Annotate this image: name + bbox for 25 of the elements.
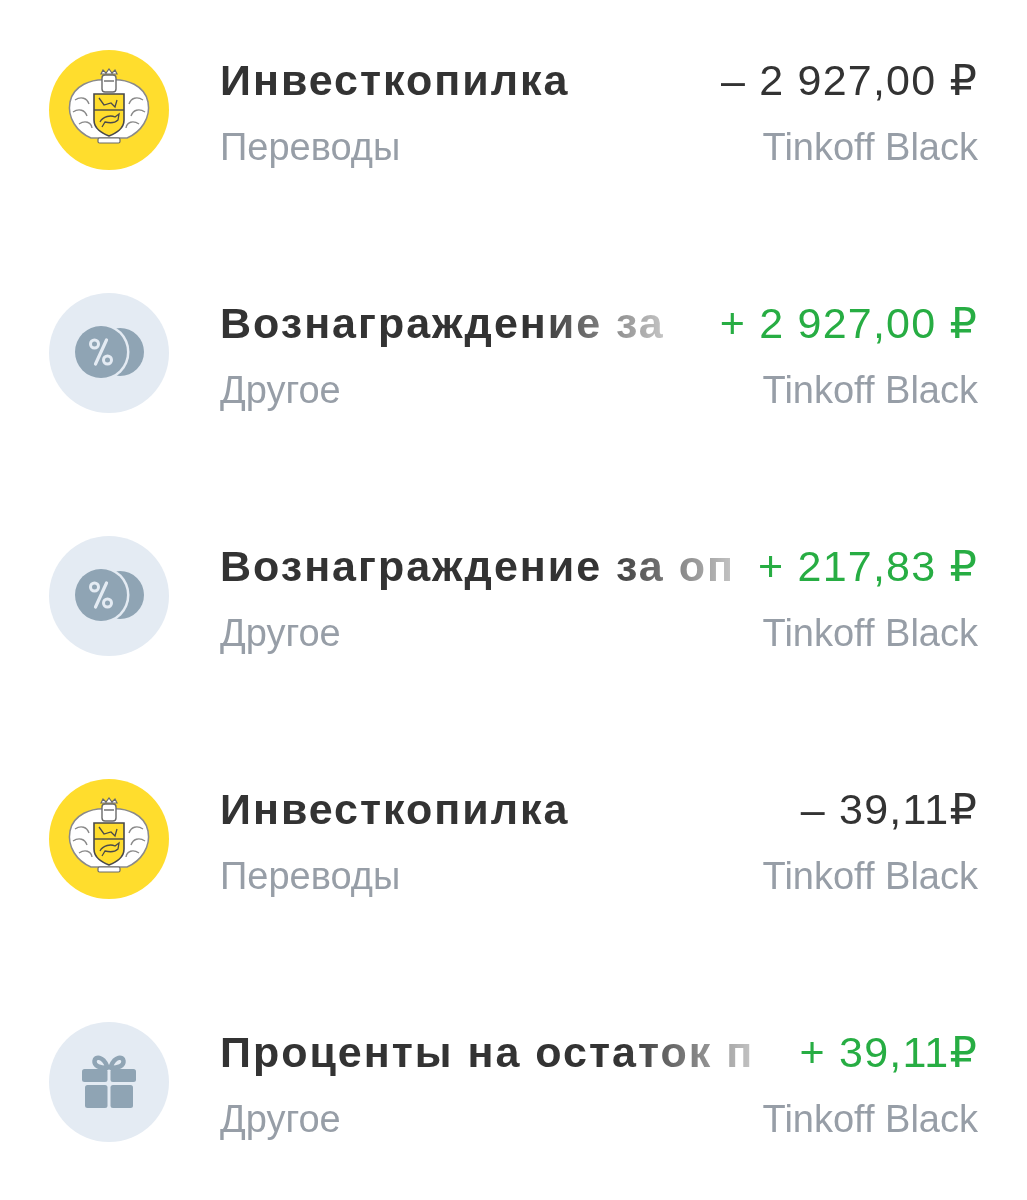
transaction-amount: + 2 927,00 ₽	[719, 298, 978, 349]
account-name: Tinkoff Black	[762, 125, 978, 170]
transaction-title: Инвесткопилка	[220, 784, 570, 835]
emblem-icon	[49, 50, 169, 170]
transaction-amount: + 39,11₽	[799, 1027, 978, 1078]
percent-coins-icon	[49, 293, 169, 413]
transaction-category: Другое	[220, 1097, 341, 1142]
account-name: Tinkoff Black	[762, 368, 978, 413]
transaction-title: Проценты на остаток п	[220, 1027, 755, 1078]
transaction-category: Переводы	[220, 854, 401, 899]
account-name: Tinkoff Black	[762, 1097, 978, 1142]
account-name: Tinkoff Black	[762, 854, 978, 899]
transaction-category: Другое	[220, 611, 341, 656]
percent-coins-icon	[49, 536, 169, 656]
transaction-amount: – 39,11₽	[800, 784, 978, 835]
transaction-title: Вознаграждение за	[220, 298, 665, 349]
transaction-category: Другое	[220, 368, 341, 413]
transaction-amount: – 2 927,00 ₽	[721, 55, 978, 106]
account-name: Tinkoff Black	[762, 611, 978, 656]
emblem-icon	[49, 779, 169, 899]
transaction-title: Инвесткопилка	[220, 55, 570, 106]
transaction-amount: + 217,83 ₽	[758, 541, 978, 592]
transaction-category: Переводы	[220, 125, 401, 170]
gift-icon	[49, 1022, 169, 1142]
transaction-title: Вознаграждение за оп	[220, 541, 735, 592]
